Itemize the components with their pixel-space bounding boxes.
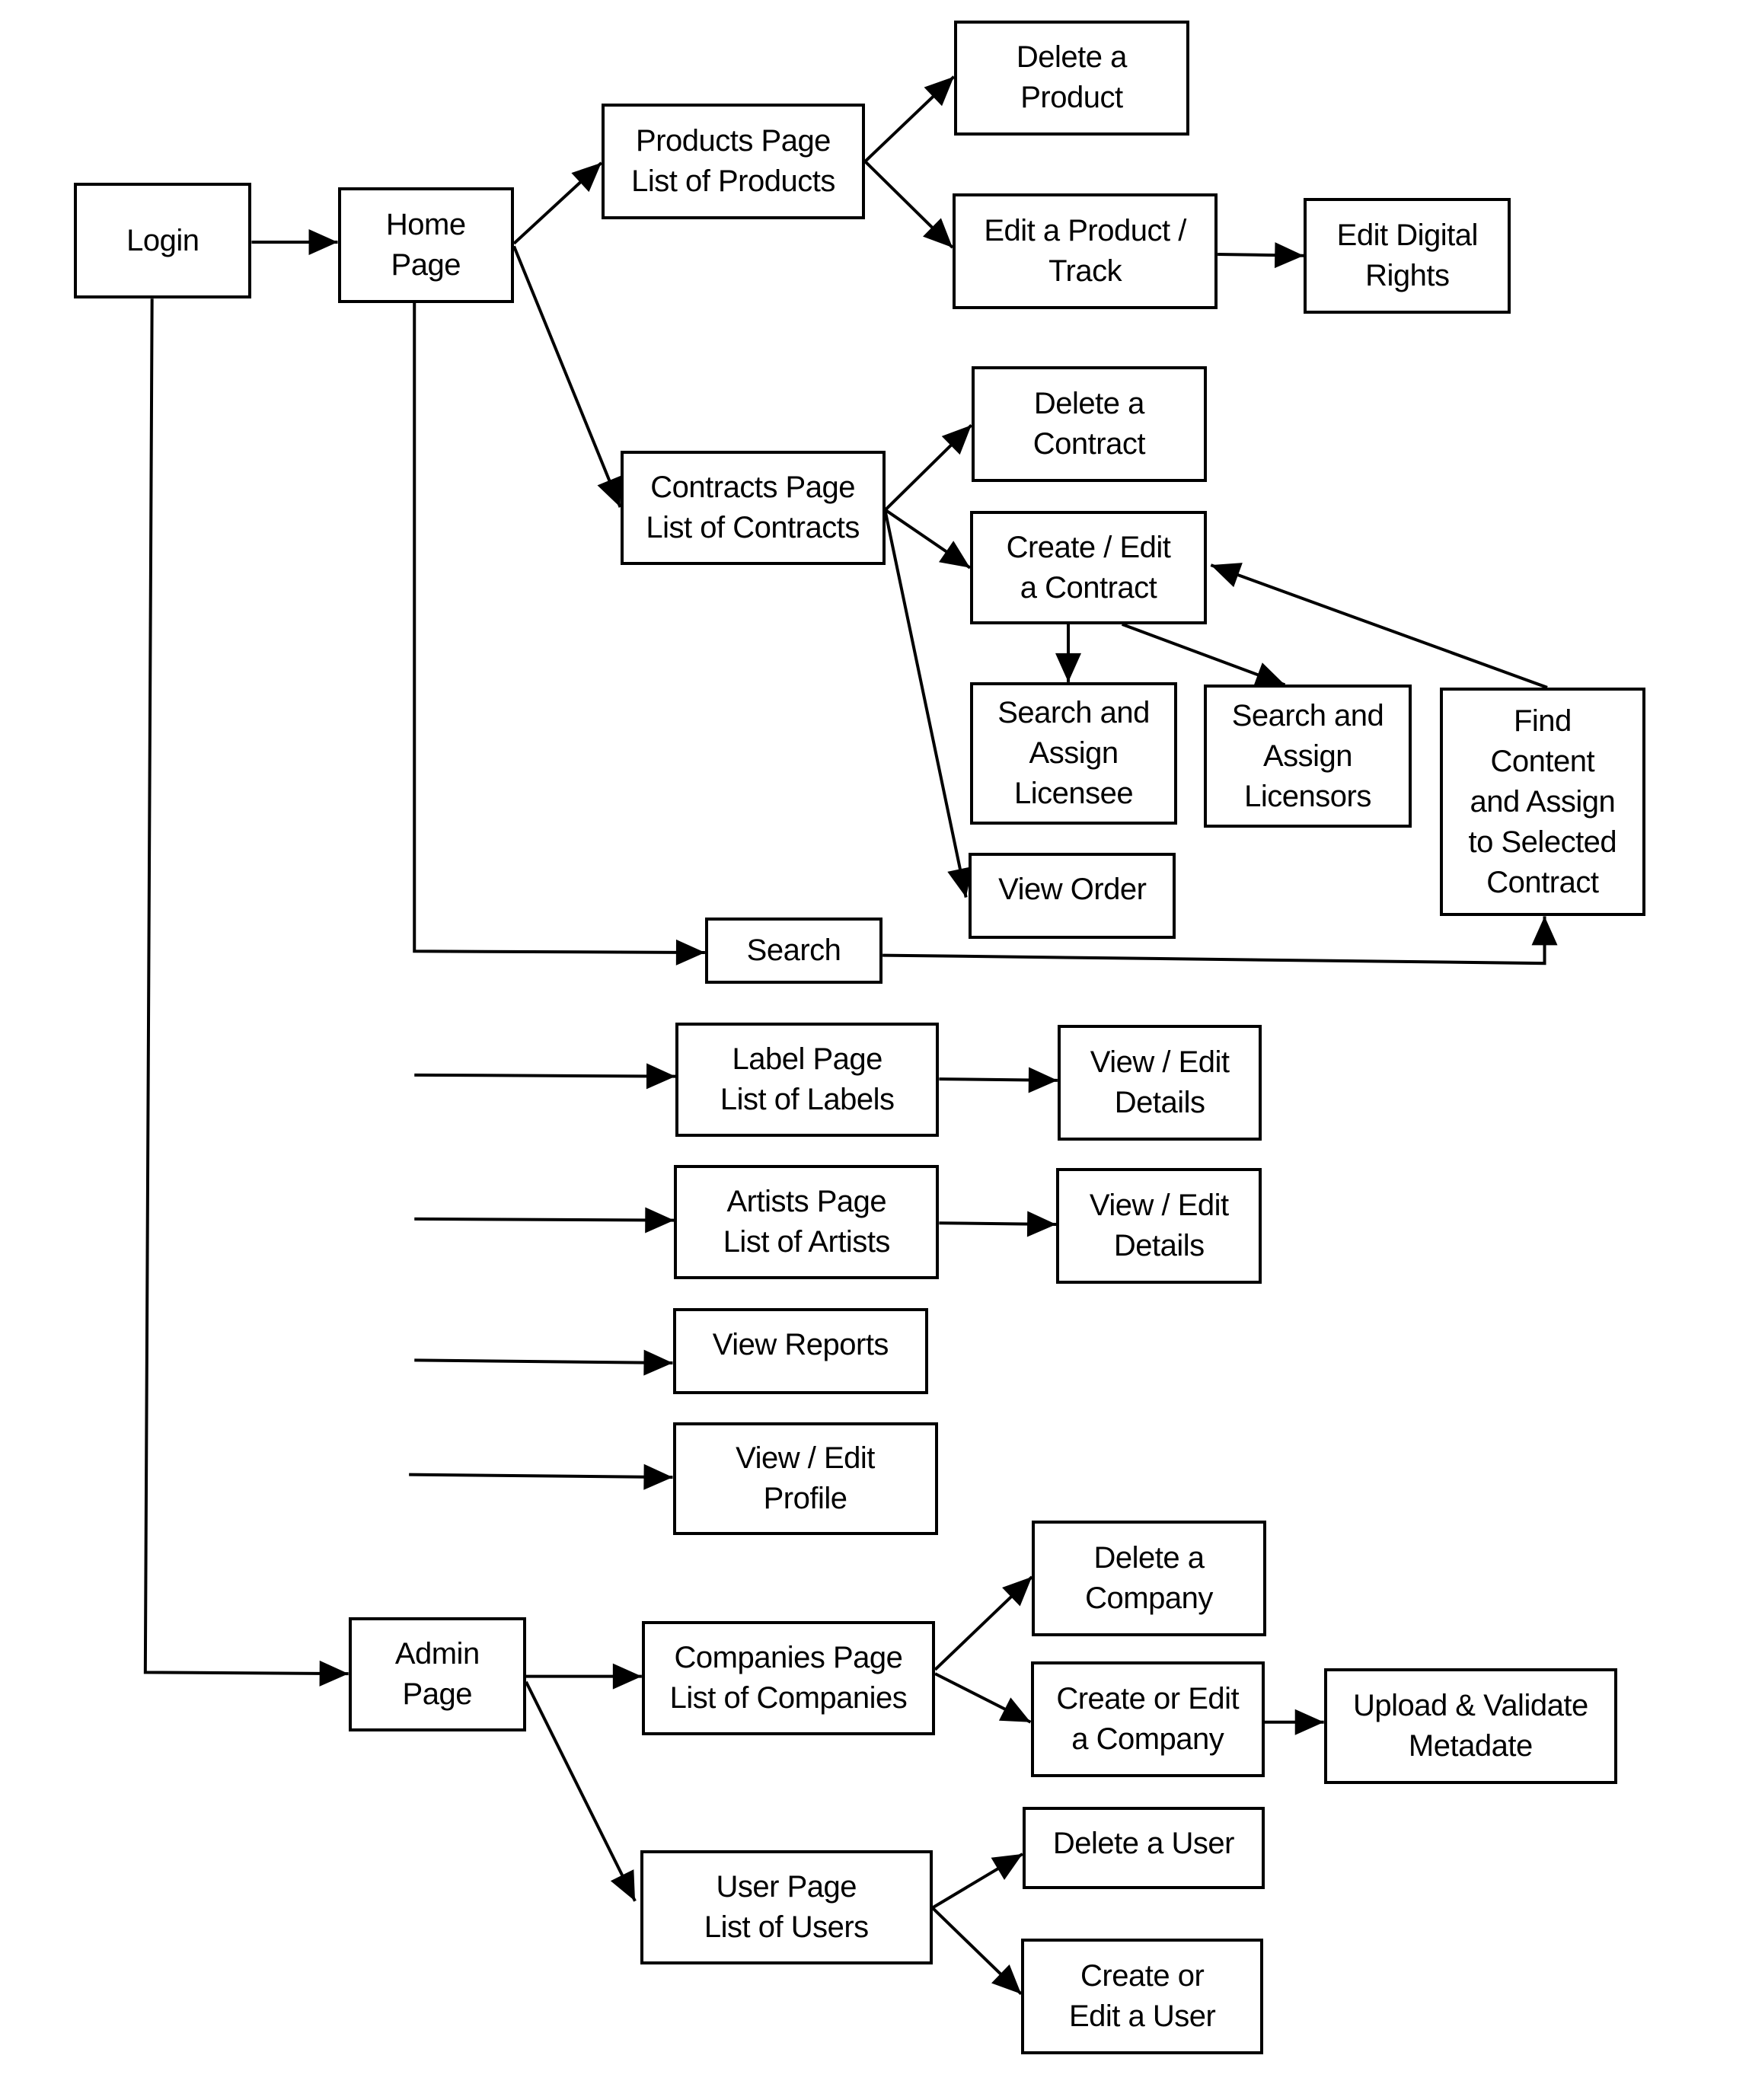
node-label: Delete a Contract [1032,386,1146,461]
node-label: Admin Page [394,1637,480,1712]
node-find-content: Find Content and Assign to Selected Cont… [1439,687,1646,917]
arrowhead-icon [646,1063,676,1090]
node-label: Products Page List of Products [631,124,835,199]
node-label: Delete a Company [1085,1540,1213,1615]
node-label: Label Page List of Labels [720,1042,895,1116]
node-label: Create or Edit a Company [1056,1682,1240,1757]
node-label: Create / Edit a Contract [1006,530,1171,605]
node-label: Search and Assign Licensee [997,696,1150,810]
node-label-details: View / Edit Details [1057,1025,1262,1141]
arrowhead-icon [643,1349,673,1376]
edge-home-to-artists [414,1217,675,1222]
arrowhead-icon [612,1663,642,1690]
node-label: Search [746,933,841,967]
node-assign-licensors: Search and Assign Licensors [1204,685,1412,828]
node-home: Home Page [337,187,514,303]
node-delete-company: Delete a Company [1032,1520,1266,1636]
node-delete-contract: Delete a Contract [971,365,1207,482]
node-artists: Artists Page List of Artists [674,1165,940,1280]
arrowhead-icon [645,1207,675,1234]
node-view-order: View Order [969,853,1176,940]
edge-home-to-profile [409,1473,673,1479]
edge-home-to-reports [414,1358,673,1364]
node-create-edit-contract: Create / Edit a Contract [970,511,1207,624]
arrowhead-icon [1211,563,1243,588]
arrowhead-icon [308,229,338,256]
node-artist-details: View / Edit Details [1056,1167,1262,1284]
node-labels: Label Page List of Labels [675,1022,940,1138]
arrowhead-icon [1253,662,1285,688]
arrowhead-icon [1028,1067,1058,1093]
node-label: Search and Assign Licensors [1231,698,1384,813]
node-edit-digital-rights: Edit Digital Rights [1304,197,1511,314]
edge-admin-to-users [525,1680,637,1902]
arrowhead-icon [675,939,705,965]
node-label: Create or Edit a User [1068,1959,1216,2034]
arrowhead-icon [1531,916,1558,946]
node-label: View Reports [712,1327,889,1361]
node-create-edit-user: Create or Edit a User [1021,1939,1264,2055]
node-label: Companies Page List of Companies [669,1641,908,1715]
node-label: View / Edit Details [1089,1188,1229,1262]
node-label: View Order [998,873,1147,907]
node-login: Login [74,183,252,299]
arrowhead-icon [1294,1709,1324,1735]
node-users: User Page List of Users [640,1849,933,1964]
node-label: View / Edit Profile [736,1441,875,1515]
edge-contracts-to-view-order [883,511,968,898]
node-label: Delete a Product [1016,40,1127,115]
arrowhead-icon [1026,1211,1057,1237]
node-profile: View / Edit Profile [672,1422,938,1536]
flowchart-canvas: Login Home Page Products Page List of Prod… [0,0,1749,2100]
node-upload-metadata: Upload & Validate Metadate [1323,1668,1617,1785]
edge-login-to-admin [143,298,349,1676]
node-label: Login [126,223,199,257]
arrowhead-icon [939,541,971,568]
edge-home-to-contracts [512,245,622,508]
node-label: Find Content and Assign to Selected Cont… [1468,704,1617,899]
node-label: Contracts Page List of Contracts [646,471,860,545]
node-products: Products Page List of Products [601,104,866,219]
arrowhead-icon [991,1853,1023,1881]
arrowhead-icon [643,1463,673,1490]
node-label: View / Edit Details [1090,1045,1230,1120]
node-reports: View Reports [672,1307,929,1394]
arrowhead-icon [319,1660,349,1687]
node-label: User Page List of Users [704,1869,869,1944]
node-label: Edit Digital Rights [1336,218,1479,292]
node-label: Edit a Product / Track [984,214,1186,289]
node-label: Delete a User [1052,1827,1235,1861]
arrowhead-icon [1274,242,1304,269]
edge-home-to-labels [414,1073,676,1078]
node-companies: Companies Page List of Companies [641,1621,936,1736]
node-admin: Admin Page [348,1616,526,1732]
node-label: Upload & Validate Metadate [1352,1689,1588,1763]
node-create-edit-company: Create or Edit a Company [1030,1661,1265,1778]
node-search: Search [704,918,883,984]
node-edit-product: Edit a Product / Track [953,193,1218,310]
node-contracts: Contracts Page List of Contracts [620,450,886,566]
arrowhead-icon [1055,653,1081,682]
node-assign-licensee: Search and Assign Licensee [970,681,1178,825]
node-delete-user: Delete a User [1022,1807,1265,1889]
node-label: Artists Page List of Artists [723,1185,891,1259]
node-delete-product: Delete a Product [953,20,1190,136]
node-label: Home Page [385,207,466,282]
edge-home-to-search [413,302,705,955]
